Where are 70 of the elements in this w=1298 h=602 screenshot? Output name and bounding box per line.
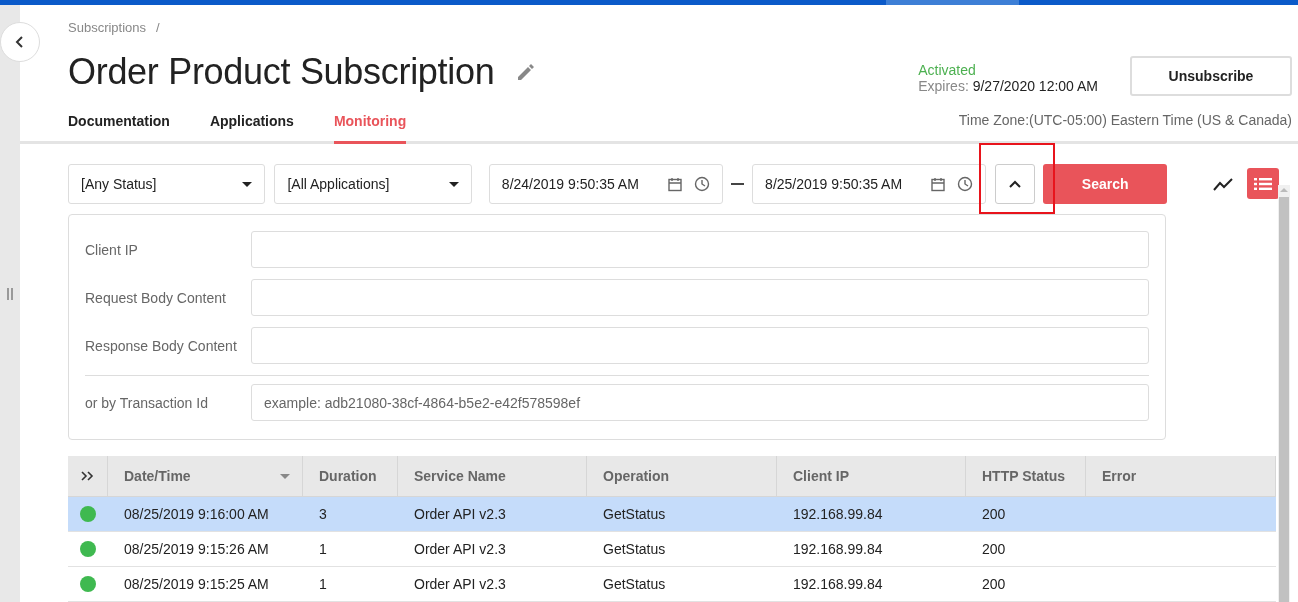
- pencil-icon[interactable]: [516, 62, 537, 82]
- status-dropdown[interactable]: [Any Status]: [68, 164, 266, 204]
- input-field[interactable]: [251, 279, 1149, 316]
- column-header[interactable]: HTTP Status: [966, 456, 1086, 496]
- table-cell: 200: [982, 506, 1006, 522]
- search-button[interactable]: Search: [1043, 164, 1167, 204]
- list-icon: [1254, 176, 1272, 191]
- clock-icon[interactable]: [957, 176, 974, 192]
- field-label: or by Transaction Id: [85, 394, 209, 411]
- clock-icon[interactable]: [694, 176, 711, 192]
- input-field[interactable]: [251, 327, 1149, 364]
- column-header[interactable]: Service Name: [398, 456, 587, 496]
- table-cell: Order API v2.3: [414, 576, 506, 592]
- table-cell: GetStatus: [603, 541, 666, 557]
- tab[interactable]: Applications: [209, 98, 294, 144]
- field-label: Client IP: [85, 241, 139, 258]
- table-cell: 08/25/2019 9:15:26 AM: [124, 541, 269, 557]
- resize-handle-icon[interactable]: [7, 287, 13, 300]
- table-cell: GetStatus: [603, 576, 666, 592]
- table-row[interactable]: 08/25/2019 9:16:00 AM 3 Order API v2.3 GetStatus 192.168.99.84 200: [68, 497, 1276, 532]
- input-field[interactable]: [251, 231, 1149, 268]
- field-label: Request Body Content: [85, 289, 227, 306]
- column-header[interactable]: Operation: [587, 456, 777, 496]
- column-header[interactable]: Client IP: [777, 456, 966, 496]
- table-cell: 3: [319, 506, 327, 522]
- table-row[interactable]: 08/25/2019 9:15:26 AM 1 Order API v2.3 GetStatus 192.168.99.84 200: [68, 532, 1276, 567]
- end-date-field[interactable]: 8/25/2019 9:50:35 AM: [752, 164, 987, 204]
- caret-icon: [448, 181, 459, 187]
- table-cell: GetStatus: [603, 506, 666, 522]
- table-cell: Order API v2.3: [414, 506, 506, 522]
- calendar-icon[interactable]: [668, 176, 683, 192]
- scroll-up-icon[interactable]: [1278, 185, 1290, 195]
- table-cell: 200: [982, 576, 1006, 592]
- application-dropdown[interactable]: [All Applications]: [274, 164, 472, 204]
- table-cell: 08/25/2019 9:15:25 AM: [124, 576, 269, 592]
- table-cell: 192.168.99.84: [793, 576, 883, 592]
- start-date-field[interactable]: 8/24/2019 9:50:35 AM: [488, 164, 724, 204]
- unsubscribe-button[interactable]: Unsubscribe: [1130, 56, 1292, 96]
- range-dash: [731, 183, 745, 185]
- table-cell: 192.168.99.84: [793, 506, 883, 522]
- sort-caret-icon: [280, 473, 290, 479]
- table-cell: 1: [319, 576, 327, 592]
- chevron-left-icon: [15, 36, 25, 48]
- expires-label: Expires:: [918, 78, 969, 94]
- column-header[interactable]: Date/Time: [108, 456, 303, 496]
- transaction-id-field[interactable]: example: adb21080-38cf-4864-b5e2-e42f578598ef: [251, 384, 1149, 421]
- breadcrumb-link[interactable]: Subscriptions: [68, 20, 147, 35]
- expires-value: 9/27/2020 12:00 AM: [972, 78, 1098, 94]
- time-zone-label: Time Zone:(UTC-05:00) Eastern Time (US & Canada): [958, 112, 1292, 130]
- table-row[interactable]: 08/25/2019 9:15:25 AM 1 Order API v2.3 GetStatus 192.168.99.84 200: [68, 567, 1276, 602]
- status-label: Activated: [918, 62, 977, 78]
- tab[interactable]: Documentation: [68, 98, 170, 144]
- table-cell: Order API v2.3: [414, 541, 506, 557]
- page-title: Order Product Subscription: [68, 51, 495, 93]
- scrollbar[interactable]: [1278, 185, 1290, 602]
- breadcrumb-separator: /: [156, 20, 160, 35]
- column-header[interactable]: Duration: [303, 456, 398, 496]
- line-chart-icon: [1213, 176, 1233, 191]
- list-view-button[interactable]: [1247, 168, 1279, 199]
- table-cell: 08/25/2019 9:16:00 AM: [124, 506, 269, 522]
- double-chevron-icon: [80, 471, 95, 481]
- table-cell: 200: [982, 541, 1006, 557]
- column-header[interactable]: Error: [1086, 456, 1276, 496]
- tab[interactable]: Monitoring: [333, 98, 407, 144]
- chevron-up-icon: [1009, 180, 1022, 188]
- field-label: Response Body Content: [85, 337, 238, 354]
- table-cell: 192.168.99.84: [793, 541, 883, 557]
- table-cell: 1: [319, 541, 327, 557]
- calendar-icon[interactable]: [931, 176, 946, 192]
- caret-icon: [242, 181, 253, 187]
